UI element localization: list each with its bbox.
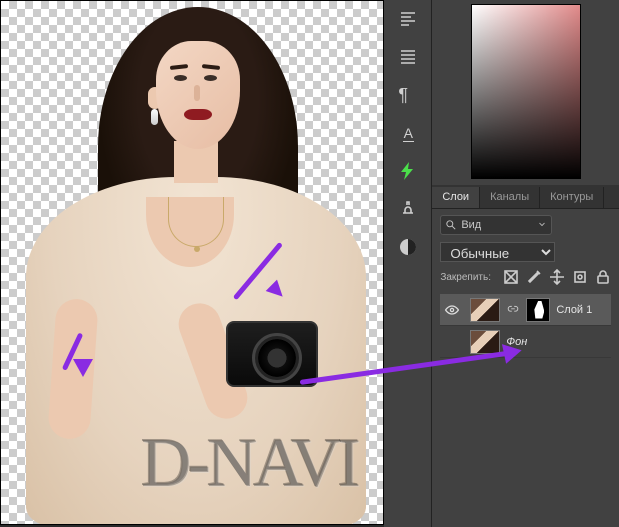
color-field[interactable]: [471, 4, 581, 179]
layer-row[interactable]: Слой 1: [440, 294, 611, 326]
layer-row[interactable]: Фон: [440, 326, 611, 358]
tab-channels[interactable]: Каналы: [480, 187, 540, 208]
tab-layers[interactable]: Слои: [432, 187, 480, 208]
search-icon: [445, 219, 457, 231]
lock-transparency-icon[interactable]: [503, 269, 519, 285]
lock-pixels-icon[interactable]: [526, 269, 542, 285]
lock-all-icon[interactable]: [595, 269, 611, 285]
blend-mode-select[interactable]: Обычные: [440, 242, 555, 262]
clone-stamp-icon[interactable]: [384, 190, 432, 228]
document-canvas[interactable]: D-NAVI: [0, 0, 384, 525]
paragraph-icon[interactable]: ¶: [384, 76, 432, 114]
eye-icon: [444, 302, 460, 318]
tool-strip: ¶ A: [384, 0, 432, 527]
layers-panel: Вид Обычные Закрепить:: [432, 209, 619, 527]
layer-filter-label: Вид: [461, 219, 481, 231]
layer-thumbnail[interactable]: [470, 298, 500, 322]
color-picker-panel: [432, 0, 619, 185]
camera-prop: [226, 321, 318, 387]
lock-label: Закрепить:: [440, 272, 491, 283]
character-icon[interactable]: A: [384, 114, 432, 152]
justify-icon[interactable]: [384, 38, 432, 76]
lock-artboard-icon[interactable]: [572, 269, 588, 285]
align-icon[interactable]: [384, 0, 432, 38]
swatches-icon[interactable]: [384, 228, 432, 266]
mask-thumbnail[interactable]: [526, 298, 550, 322]
layer-filter-select[interactable]: Вид: [440, 215, 552, 235]
layer-name[interactable]: Слой 1: [556, 304, 592, 316]
chevron-down-icon: [537, 219, 547, 232]
layer-name[interactable]: Фон: [506, 336, 527, 348]
layers-list: Слой 1 Фон: [440, 294, 611, 358]
panel-tabs: Слои Каналы Контуры: [432, 185, 619, 209]
watermark-text: D-NAVI: [141, 424, 357, 504]
panels-area: Слои Каналы Контуры Вид Обычные Закрепит…: [432, 0, 619, 527]
layer-thumbnail[interactable]: [470, 330, 500, 354]
lock-position-icon[interactable]: [549, 269, 565, 285]
flash-icon[interactable]: [384, 152, 432, 190]
visibility-toggle[interactable]: [440, 328, 464, 356]
link-icon: [506, 304, 520, 316]
visibility-toggle[interactable]: [440, 296, 464, 324]
tab-paths[interactable]: Контуры: [540, 187, 604, 208]
